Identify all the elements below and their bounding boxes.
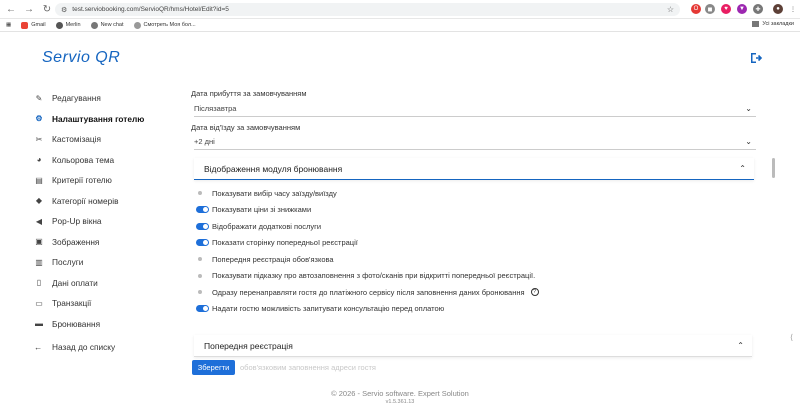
departure-date-value: +2 дні [194,136,215,146]
extension-icon[interactable]: ◼ [705,4,715,14]
globe-icon [133,21,141,29]
sidebar-item-color-theme[interactable]: ◕ Кольорова тема [34,150,184,171]
side-panel-toggle-icon[interactable]: ⟨ [790,333,800,351]
booking-module-title: Відображення модуля бронювання [204,163,343,174]
arrival-date-value: Післязавтра [194,103,237,113]
scrollbar-thumb[interactable] [772,158,775,178]
bed-icon: ▬ [35,319,43,329]
site-info-icon[interactable]: ⚙ [61,6,67,14]
bookmark-new-chat[interactable]: New chat [90,21,124,29]
toggle-row-extra-services: Відображати додаткові послуги [196,218,756,235]
sidebar-item-room-categories[interactable]: ◆ Категорії номерів [34,191,184,212]
gear-icon: ⚙ [35,114,43,124]
sidebar-item-edit[interactable]: ✎ Редагування [34,88,184,109]
services-icon: ▥ [35,257,43,267]
browser-toolbar: ← → ↻ ⚙ test.serviobooking.com/ServioQR/… [0,0,800,19]
sidebar-item-transactions[interactable]: ▭ Транзакції [34,293,184,314]
chevron-down-icon: ⌄ [745,103,752,113]
toggle-row-pre-registration-required: Попередня реєстрація обов'язкова [196,251,756,268]
sidebar-item-services[interactable]: ▥ Послуги [34,252,184,273]
bookmark-star-icon[interactable]: ☆ [667,5,674,14]
sidebar: ✎ Редагування ⚙ Налаштування готелю ✂ Касто… [34,88,184,334]
extra-services-switch[interactable] [196,222,209,230]
bookmark-merlin[interactable]: Merlin [55,21,81,29]
autofill-hint-switch[interactable] [196,272,209,279]
pre-registration-title: Попередня реєстрація [204,340,293,351]
redirect-payment-switch[interactable] [196,289,209,296]
toggle-row-autofill-hint: Показувати підказку про автозаповнення з… [196,268,756,285]
logout-icon[interactable] [749,51,763,65]
sidebar-item-hotel-criteria[interactable]: ▤ Критерії готелю [34,170,184,191]
document-icon: ▯ [36,278,42,288]
toggle-row-discount-prices: Показувати ціни зі знижками [196,202,756,219]
reload-icon[interactable]: ↻ [40,2,54,16]
extension-shield-icon[interactable]: ▼ [737,4,747,14]
chat-icon [90,21,98,29]
megaphone-icon: ◀ [35,216,43,226]
save-button[interactable]: Зберегти [192,360,235,375]
gmail-icon [21,21,29,29]
booking-module-toggles: Показувати вибір часу заїзду/виїзду Пока… [196,185,756,317]
merlin-icon [55,21,63,29]
faded-setting-text: обов'язковим заповнення адреси гостя [240,363,376,372]
url-text: test.serviobooking.com/ServioQR/hms/Hote… [72,6,229,13]
bookmark-video[interactable]: Смотреть Моя бол... [133,21,196,29]
pre-registration-page-switch[interactable] [196,239,209,247]
browser-menu-icon[interactable]: ⋮ [788,4,798,14]
extension-heart-icon[interactable]: ♥ [721,4,731,14]
tools-icon: ✂ [35,134,43,144]
extensions-puzzle-icon[interactable]: ✚ [753,4,763,14]
arrow-left-icon: ← [34,342,43,352]
profile-avatar[interactable]: ● [773,4,783,14]
opera-extension-icon[interactable]: O [691,4,701,14]
transactions-icon: ▭ [35,298,43,308]
toggle-row-consultation: Надати гостю можливість запитувати консу… [196,301,756,318]
footer-copyright: © 2026 - Servio software. Expert Solutio… [331,389,469,398]
help-icon[interactable]: ? [530,288,539,297]
chevron-up-icon[interactable]: ⌃ [737,341,744,350]
sidebar-item-images[interactable]: ▣ Зображення [34,232,184,253]
bookmark-gmail[interactable]: Gmail [21,21,46,29]
all-bookmarks[interactable]: Усі закладки [752,21,794,27]
folder-icon [752,21,760,27]
servio-logo[interactable]: Servio QR [42,49,120,67]
checkin-time-switch[interactable] [196,190,209,197]
bookmarks-bar: ▦ Gmail Merlin New chat Смотреть Моя бол… [0,19,800,32]
sidebar-item-payment-data[interactable]: ▯ Дані оплати [34,273,184,294]
arrival-date-select[interactable]: Післязавтра ⌄ [194,100,756,117]
forward-arrow-icon[interactable]: → [22,2,36,16]
departure-date-label: Дата від'їзду за замовчуванням [191,123,301,132]
logo-text: Servio QR [42,49,121,66]
address-bar[interactable]: ⚙ test.serviobooking.com/ServioQR/hms/Ho… [55,3,680,16]
sidebar-item-popup-windows[interactable]: ◀ Pop-Up вікна [34,211,184,232]
apps-grid-icon[interactable]: ▦ [6,22,11,28]
sidebar-item-hotel-settings[interactable]: ⚙ Налаштування готелю [34,109,184,130]
back-arrow-icon[interactable]: ← [4,2,18,16]
footer-version: v1.5.361.13 [385,399,415,405]
pencil-icon: ✎ [35,93,43,103]
sidebar-item-bookings[interactable]: ▬ Бронювання [34,314,184,335]
toggle-row-pre-registration-page: Показати сторінку попередньої реєстрації [196,235,756,252]
chevron-up-icon[interactable]: ⌃ [739,164,746,173]
pre-registration-required-switch[interactable] [196,256,209,263]
booking-module-section-header[interactable]: Відображення модуля бронювання ⌃ [194,158,754,180]
palette-icon: ◕ [36,155,42,165]
departure-date-select[interactable]: +2 дні ⌄ [194,133,756,150]
sidebar-item-customization[interactable]: ✂ Кастомізація [34,129,184,150]
chevron-down-icon: ⌄ [745,136,752,146]
discount-prices-switch[interactable] [196,206,209,214]
toggle-row-checkin-time: Показувати вибір часу заїзду/виїзду [196,185,756,202]
back-to-list-link[interactable]: ← Назад до списку [34,342,115,352]
pre-registration-section-header[interactable]: Попередня реєстрація ⌃ [194,335,752,357]
image-icon: ▣ [35,237,43,247]
consultation-switch[interactable] [196,305,209,313]
tag-icon: ◆ [35,196,43,206]
arrival-date-label: Дата прибуття за замовчуванням [191,89,307,98]
filter-icon: ▤ [35,175,43,185]
toggle-row-redirect-payment: Одразу перенаправляти гостя до платіжног… [196,284,756,301]
